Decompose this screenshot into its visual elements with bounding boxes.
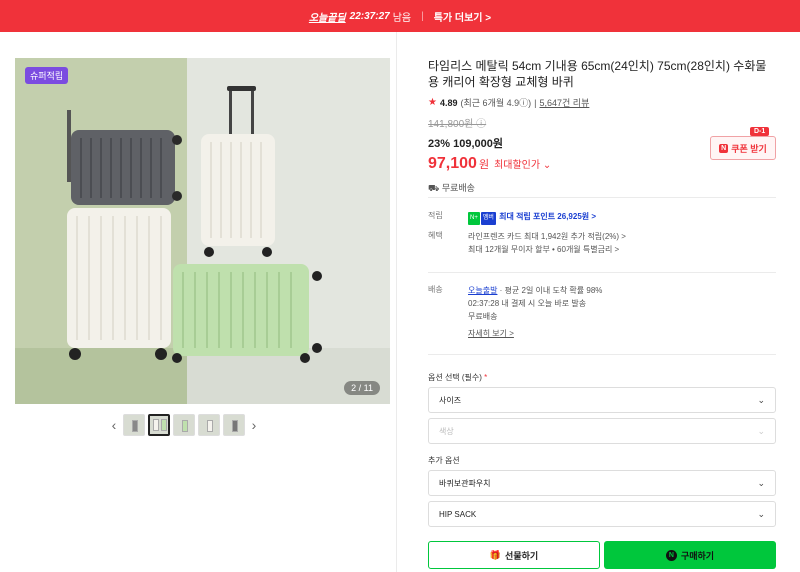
- benefits-label: 혜택: [428, 231, 443, 240]
- wheel-pouch-select[interactable]: 바퀴보관파우치 ⌄: [428, 470, 776, 496]
- banner-divider: |: [421, 10, 424, 22]
- discount-price: 109,000원: [453, 138, 503, 150]
- chevron-down-icon: ⌄: [757, 477, 765, 488]
- points-link[interactable]: 최대 적립 포인트 26,925원 >: [499, 212, 596, 221]
- points-label: 적립: [428, 211, 443, 220]
- card-benefit-link[interactable]: 라인프렌즈 카드 최대 1,942원 추가 적립(2%) >: [468, 230, 626, 243]
- coupon-button[interactable]: N 쿠폰 받기: [710, 136, 776, 160]
- chevron-down-icon: ⌄: [757, 394, 765, 405]
- naver-plus-icon: N+: [468, 212, 480, 225]
- chevron-down-icon: ⌄: [757, 508, 765, 519]
- deal-timer: 22:37:27: [349, 10, 390, 22]
- thumbnail-prev-button[interactable]: ‹: [108, 417, 120, 433]
- image-counter: 2 / 11: [344, 381, 380, 395]
- required-option-label: 옵션 선택 (필수) *: [428, 373, 488, 382]
- thumbnail-2[interactable]: [148, 414, 170, 436]
- reviews-link[interactable]: 5,647건 리뷰: [539, 96, 589, 109]
- product-info: 타임리스 메탈릭 54cm 기내용 65cm(24인치) 75cm(28인치) …: [428, 58, 776, 195]
- product-title: 타임리스 메탈릭 54cm 기내용 65cm(24인치) 75cm(28인치) …: [428, 59, 767, 89]
- thumbnail-3[interactable]: [173, 414, 195, 436]
- size-select[interactable]: 사이즈 ⌄: [428, 387, 776, 413]
- deal-banner[interactable]: 오늘끝딜 22:37:27 남음 | 특가 더보기 >: [0, 0, 800, 32]
- buy-button[interactable]: N 구매하기: [604, 541, 776, 569]
- rating-row: ★ 4.89 (최근 6개월 4.9ⓘ) | 5,647건 리뷰: [428, 96, 590, 109]
- benefits-row: 혜택 라인프렌즈 카드 최대 1,942원 추가 적립(2%) > 최대 12개…: [428, 230, 626, 256]
- suitcase-illustration: [67, 86, 322, 363]
- column-divider: [396, 32, 397, 572]
- today-ship-badge: 오늘출발: [468, 286, 498, 295]
- divider: [428, 354, 776, 355]
- super-reward-badge: 슈퍼적립: [25, 67, 69, 84]
- thumbnail-next-button[interactable]: ›: [248, 417, 260, 433]
- divider: [428, 197, 776, 198]
- recent-rating[interactable]: (최근 6개월 4.9ⓘ): [461, 96, 532, 109]
- final-price-value: 97,100: [428, 155, 477, 172]
- thumbnail-4[interactable]: [198, 414, 220, 436]
- shipping-short: ⛟ 무료배송: [428, 183, 475, 193]
- product-image[interactable]: 슈퍼적립 2 / 11: [15, 58, 390, 404]
- coupon-label: 쿠폰 받기: [731, 143, 767, 154]
- hip-sack-select[interactable]: HIP SACK ⌄: [428, 501, 776, 527]
- points-row: 적립 N+ 멤버 최대 적립 포인트 26,925원 >: [428, 210, 596, 225]
- more-deals-link[interactable]: 특가 더보기 >: [434, 9, 491, 24]
- delivery-details-link[interactable]: 자세히 보기 >: [468, 327, 602, 340]
- thumbnail-1[interactable]: [123, 414, 145, 436]
- installment-link[interactable]: 최대 12개월 무이자 할부 • 60개월 특별금리 >: [468, 243, 626, 256]
- membership-icon: 멤버: [480, 212, 496, 225]
- delivery-row: 배송 오늘출발 · 평균 2일 이내 도착 확률 98% 02:37:28 내 …: [428, 285, 603, 340]
- discount-rate: 23%: [428, 138, 451, 150]
- deal-brand: 오늘끝딜: [308, 12, 346, 24]
- truck-icon: ⛟: [428, 183, 440, 193]
- naver-pay-icon: N: [665, 549, 677, 561]
- original-price: 141,800원 ⓘ: [428, 119, 487, 130]
- free-shipping: 무료배송: [468, 312, 498, 321]
- delivery-label: 배송: [428, 285, 443, 294]
- star-icon: ★: [428, 97, 437, 108]
- gift-icon: 🎁: [489, 549, 502, 560]
- currency-label: 원: [478, 159, 490, 171]
- extra-option-label: 추가 옵션: [428, 456, 460, 465]
- dday-badge: D-1: [750, 127, 770, 136]
- max-discount-toggle[interactable]: 최대할인가 ⌄: [494, 156, 551, 171]
- thumbnail-5[interactable]: [223, 414, 245, 436]
- rating-value: 4.89: [439, 97, 458, 108]
- divider: [428, 272, 776, 273]
- thumbnail-strip: ‹ ›: [108, 414, 260, 436]
- naver-icon: N: [719, 143, 729, 153]
- color-select[interactable]: 색상 ⌄: [428, 418, 776, 444]
- gift-button[interactable]: 🎁 선물하기: [428, 541, 600, 569]
- chevron-down-icon: ⌄: [757, 425, 765, 436]
- deal-remaining: 남음: [392, 12, 412, 24]
- dispatch-info: 02:37:28 내 결제 시 오늘 바로 발송: [468, 299, 587, 308]
